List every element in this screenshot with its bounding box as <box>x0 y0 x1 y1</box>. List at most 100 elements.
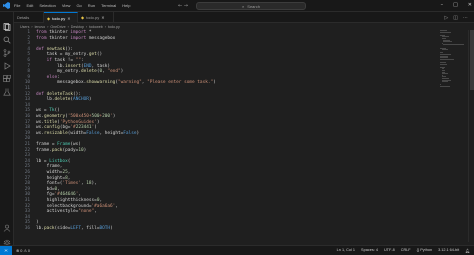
code-line[interactable]: ws = Tk() <box>36 108 60 113</box>
breadcrumb-item[interactable]: lenovo <box>35 25 46 29</box>
code-line[interactable]: ws.geometry('500x450+500+200') <box>36 114 115 119</box>
line-number: 13 <box>24 97 30 103</box>
maximize-icon[interactable]: □ <box>453 2 458 8</box>
close-icon[interactable]: ✕ <box>468 2 472 8</box>
line-number: 17 <box>24 119 30 125</box>
code-line[interactable]: fg='#464646', <box>36 192 81 197</box>
code-line[interactable]: ) <box>36 220 39 225</box>
scrollbar-thumb[interactable] <box>470 30 474 90</box>
search-sidebar-icon[interactable] <box>3 29 11 44</box>
code-line[interactable]: ws.config(bg='#223441') <box>36 125 97 130</box>
code-line[interactable]: if task != "": <box>36 58 84 63</box>
code-line[interactable]: activestyle="none", <box>36 209 97 214</box>
code-line[interactable]: ws.title('PythonGuides') <box>36 120 99 125</box>
code-line[interactable]: my_entry.delete(0, "end") <box>36 69 123 74</box>
back-arrow-icon[interactable]: ← <box>178 3 182 9</box>
menu-item-edit[interactable]: Edit <box>26 3 33 8</box>
warning-icon: ⚠ <box>23 249 27 253</box>
breadcrumb-item[interactable]: Desktop <box>71 25 84 29</box>
vertical-scrollbar[interactable] <box>468 30 474 242</box>
source-control-icon[interactable] <box>3 42 11 57</box>
account-icon[interactable] <box>3 217 11 232</box>
code-line[interactable]: from tkinter import messagebox <box>36 36 115 41</box>
breadcrumb-item[interactable]: todo.py <box>108 25 120 29</box>
line-number: 32 <box>24 203 30 209</box>
breadcrumb-item[interactable]: todoweb <box>89 25 103 29</box>
remote-window-button[interactable]: ›‹ <box>0 245 12 255</box>
code-line[interactable]: frame = Frame(ws) <box>36 142 81 147</box>
code-line[interactable]: frame, <box>36 164 63 169</box>
code-line[interactable]: highlightthickness=0, <box>36 198 103 203</box>
code-line[interactable]: def deleteTask(): <box>36 92 81 97</box>
code-editor[interactable]: 1 2 3 4 5 6 7 8 9 10 11 12 13 14 15 16 17 18 19 20 21 22 23 24 2… <box>14 30 444 242</box>
menu-item-view[interactable]: View <box>62 3 71 8</box>
problems-indicator[interactable]: ⊗ 0 ⚠ 0 <box>16 248 30 253</box>
indentation[interactable]: Spaces: 4 <box>361 248 378 253</box>
menu-item-selection[interactable]: Selection <box>39 3 55 8</box>
breadcrumb-separator-icon: › <box>85 24 88 29</box>
activity-bar <box>0 12 14 247</box>
code-line[interactable]: messagebox.showwarning("warning", "Pleas… <box>36 80 216 85</box>
line-number: 22 <box>24 147 30 153</box>
code-line[interactable]: width=25, <box>36 170 71 175</box>
run-debug-icon[interactable] <box>3 55 11 70</box>
line-number: 36 <box>24 226 30 231</box>
code-line[interactable]: ws.resizable(width=False, height=False) <box>36 131 139 136</box>
tab-label: Details <box>17 15 30 20</box>
forward-arrow-icon[interactable]: → <box>184 3 188 9</box>
code-line[interactable]: selectbackground='#a6a6a6', <box>36 204 118 209</box>
minimize-icon[interactable]: – <box>441 2 444 8</box>
end-of-line[interactable]: CRLF <box>401 248 411 253</box>
line-number: 23 <box>24 153 30 159</box>
code-line[interactable]: font=('Times', 18), <box>36 181 97 186</box>
breadcrumb-item[interactable]: OneDrive <box>50 25 65 29</box>
testing-icon[interactable] <box>3 81 11 96</box>
menu-item-go[interactable]: Go <box>76 3 81 8</box>
command-center-search[interactable]: ⌕ Search <box>196 2 306 10</box>
encoding[interactable]: UTF-8 <box>384 248 395 253</box>
code-line[interactable]: frame.pack(pady=10) <box>36 148 86 153</box>
menu-item-run[interactable]: Run <box>88 3 95 8</box>
navigation-arrows[interactable]: ← → <box>178 3 188 9</box>
code-line[interactable]: lb.pack(side=LEFT, fill=BOTH) <box>36 226 113 231</box>
code-line[interactable]: lb.delete(ANCHOR) <box>36 97 92 102</box>
language-mode[interactable]: {} Python <box>417 248 432 253</box>
line-number: 12 <box>24 91 30 97</box>
minimap-line <box>440 31 451 33</box>
line-number: 27 <box>24 175 30 181</box>
minimap[interactable] <box>440 30 466 90</box>
explorer-icon[interactable] <box>3 16 11 31</box>
tab-todo-py[interactable]: ◆ todo.py ✕ <box>78 12 114 23</box>
run-file-icon[interactable]: ▷ <box>444 15 448 21</box>
line-number: 33 <box>24 209 30 215</box>
split-editor-icon[interactable]: ◫ <box>453 15 458 21</box>
menu-item-terminal[interactable]: Terminal <box>101 3 116 8</box>
extensions-icon[interactable] <box>3 68 11 82</box>
vscode-logo-icon <box>0 0 12 11</box>
notifications-bell-icon[interactable]: 🔔︎ <box>465 248 470 253</box>
code-line[interactable]: from tkinter import * <box>36 30 92 35</box>
line-number: 18 <box>24 125 30 131</box>
close-tab-icon[interactable]: ✕ <box>101 15 104 20</box>
python-file-icon: ◆ <box>81 15 85 20</box>
cursor-position[interactable]: Ln 1, Col 1 <box>337 248 355 253</box>
breadcrumb-item[interactable]: Users <box>20 25 29 29</box>
code-line[interactable]: height=8, <box>36 176 71 181</box>
line-number: 30 <box>24 192 30 198</box>
tab-todo-py-active[interactable]: ◆ todo.py ✕ <box>44 12 78 23</box>
menu-item-help[interactable]: Help <box>122 3 130 8</box>
minimap-line <box>443 44 465 46</box>
code-line[interactable]: task = my_entry.get() <box>36 52 103 57</box>
menu-item-file[interactable]: File <box>14 3 20 8</box>
settings-gear-icon[interactable] <box>3 232 11 247</box>
breadcrumb: Users › lenovo › OneDrive › Desktop › todoweb › to… <box>20 23 120 30</box>
more-actions-icon[interactable]: ⋯ <box>463 15 468 21</box>
tab-details[interactable]: Details <box>14 12 44 23</box>
python-interpreter[interactable]: 3.12.1 64-bit <box>438 248 459 253</box>
tab-actions: ▷ ◫ ⋯ <box>444 15 468 21</box>
code-line[interactable]: lb.insert(END, task) <box>36 64 110 69</box>
breadcrumb-separator-icon: › <box>31 24 33 29</box>
breadcrumb-separator-icon: › <box>67 24 69 29</box>
close-tab-icon[interactable]: ✕ <box>67 16 70 21</box>
search-placeholder: Search <box>247 3 260 9</box>
